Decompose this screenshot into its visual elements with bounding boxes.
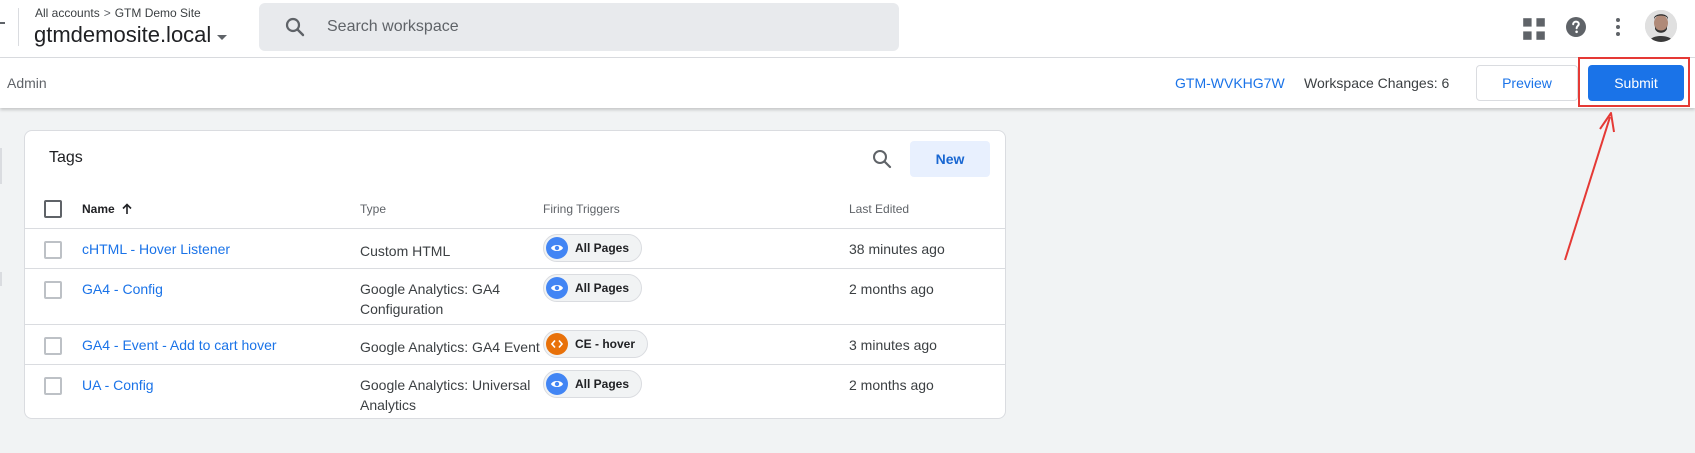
code-icon (546, 333, 568, 355)
last-edited: 2 months ago (849, 281, 934, 297)
left-panel-edge (0, 148, 2, 184)
annotation-arrow-icon (1564, 112, 1615, 261)
preview-button[interactable]: Preview (1476, 65, 1578, 101)
more-vert-icon[interactable] (1606, 15, 1630, 39)
tag-type: Google Analytics: Universal Analytics (360, 377, 531, 413)
workspace-changes-count: Workspace Changes: 6 (1304, 75, 1450, 91)
tag-name-link[interactable]: GA4 - Event - Add to cart hover (82, 337, 277, 353)
tag-type: Google Analytics: GA4 Configuration (360, 281, 501, 317)
back-arrow-icon[interactable] (0, 18, 5, 28)
table-row[interactable]: GA4 - Event - Add to cart hover Google A… (25, 325, 1005, 365)
column-header-firing-triggers[interactable]: Firing Triggers (543, 202, 620, 216)
help-icon[interactable] (1564, 15, 1588, 39)
last-edited: 38 minutes ago (849, 241, 945, 257)
trigger-chip[interactable]: All Pages (543, 370, 643, 398)
last-edited: 3 minutes ago (849, 337, 937, 353)
new-tag-button[interactable]: New (910, 141, 990, 177)
column-header-type[interactable]: Type (360, 202, 386, 216)
eye-icon (546, 237, 568, 259)
arrow-up-icon (122, 203, 132, 214)
tag-name-link[interactable]: GA4 - Config (82, 281, 163, 297)
last-edited: 2 months ago (849, 377, 934, 393)
search-icon[interactable] (870, 147, 894, 171)
user-avatar[interactable] (1645, 10, 1677, 42)
caret-down-icon (217, 34, 228, 40)
tag-type: Custom HTML (360, 243, 451, 259)
eye-icon (546, 373, 568, 395)
tag-name-link[interactable]: UA - Config (82, 377, 154, 393)
avatar-portrait-icon (1645, 10, 1677, 42)
tag-type: Google Analytics: GA4 Event (360, 339, 540, 355)
trigger-chip[interactable]: All Pages (543, 274, 643, 302)
container-switcher[interactable]: gtmdemosite.local (34, 22, 228, 48)
table-row[interactable]: GA4 - Config Google Analytics: GA4 Confi… (25, 269, 1005, 325)
tags-title: Tags (49, 149, 83, 166)
trigger-label: All Pages (575, 241, 630, 255)
search-icon (285, 17, 305, 37)
workspace-search[interactable] (259, 3, 899, 51)
column-header-last-edited[interactable]: Last Edited (849, 202, 909, 216)
column-name-label: Name (82, 202, 115, 216)
row-checkbox[interactable] (44, 377, 62, 395)
trigger-chip[interactable]: All Pages (543, 234, 643, 262)
select-all-checkbox[interactable] (44, 200, 62, 218)
table-row[interactable]: cHTML - Hover Listener Custom HTML All P… (25, 229, 1005, 269)
submit-highlight-box (1578, 57, 1690, 107)
tags-card: Tags New Name Type Firing Triggers Last … (24, 130, 1006, 419)
row-checkbox[interactable] (44, 281, 62, 299)
tag-name-link[interactable]: cHTML - Hover Listener (82, 241, 230, 257)
breadcrumb-separator: > (103, 6, 111, 20)
trigger-label: CE - hover (575, 337, 636, 351)
breadcrumb-account[interactable]: GTM Demo Site (115, 6, 201, 20)
trigger-label: All Pages (575, 281, 630, 295)
workspace-toolbar: Admin GTM-WVKHG7W Workspace Changes: 6 P… (0, 58, 1695, 108)
header-divider (18, 8, 19, 46)
top-app-bar: All accounts > GTM Demo Site gtmdemosite… (0, 0, 1695, 58)
container-name: gtmdemosite.local (34, 22, 212, 47)
breadcrumb-all-accounts[interactable]: All accounts (35, 6, 100, 20)
container-id-link[interactable]: GTM-WVKHG7W (1175, 75, 1285, 91)
table-row[interactable]: UA - Config Google Analytics: Universal … (25, 365, 1005, 419)
table-header: Name Type Firing Triggers Last Edited (25, 189, 1005, 229)
search-input[interactable] (327, 18, 887, 36)
left-panel-edge-lower (0, 272, 2, 286)
row-checkbox[interactable] (44, 241, 62, 259)
admin-tab[interactable]: Admin (7, 75, 47, 91)
column-header-name[interactable]: Name (82, 202, 133, 216)
breadcrumb: All accounts > GTM Demo Site (35, 6, 201, 20)
trigger-label: All Pages (575, 377, 630, 391)
apps-grid-icon[interactable] (1522, 17, 1546, 41)
row-checkbox[interactable] (44, 337, 62, 355)
trigger-chip[interactable]: CE - hover (543, 330, 649, 358)
eye-icon (546, 277, 568, 299)
